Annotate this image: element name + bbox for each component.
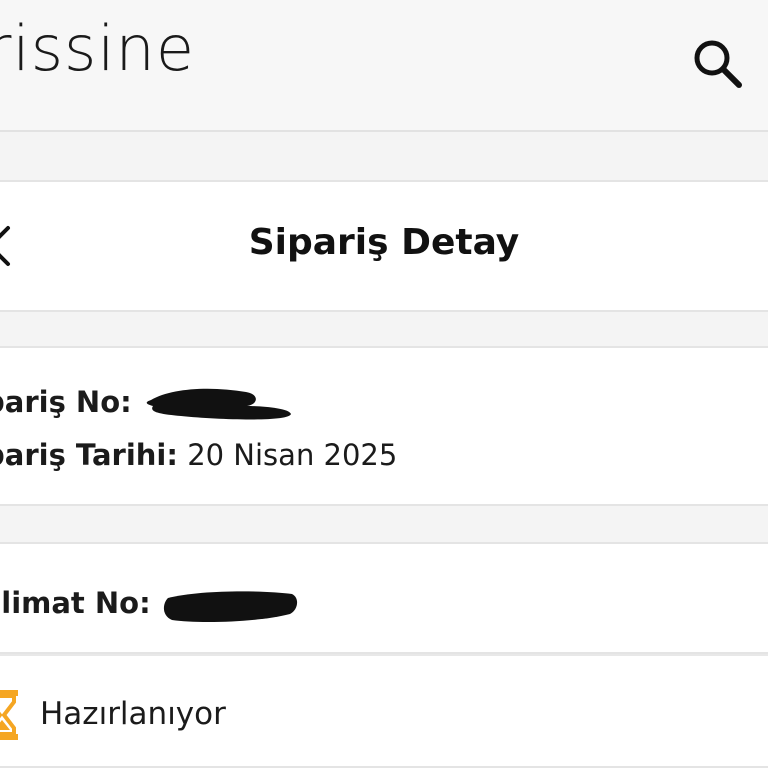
spacer	[0, 312, 768, 346]
order-date-label: pariş Tarihi:	[0, 438, 178, 472]
delivery-info-card: slimat No:	[0, 542, 768, 654]
page: rissine Sipariş Detay pariş No:	[0, 0, 768, 768]
spacer	[0, 132, 768, 180]
order-info-card: pariş No: pariş Tarihi: 20 Nisan 2025	[0, 346, 768, 506]
page-title: Sipariş Detay	[248, 222, 520, 263]
search-button[interactable]	[688, 34, 748, 94]
redaction-mark	[163, 591, 297, 622]
delivery-number-row: slimat No:	[0, 584, 300, 626]
order-status-card: Hazırlanıyor	[0, 654, 768, 768]
app-header: rissine	[0, 0, 768, 132]
title-bar: Sipariş Detay	[0, 180, 768, 312]
order-date-value: 20 Nisan 2025	[187, 438, 398, 472]
hourglass-icon	[0, 690, 18, 740]
brand-logo[interactable]: rissine	[0, 18, 195, 80]
delivery-number-label: slimat No:	[0, 586, 151, 620]
status-label: Hazırlanıyor	[40, 696, 226, 732]
status-icon-wrapper	[0, 690, 18, 740]
order-number-label: pariş No:	[0, 385, 132, 419]
order-number-row: pariş No:	[0, 384, 291, 424]
redaction-mark	[146, 388, 291, 420]
order-number-redacted	[141, 384, 291, 424]
order-date-row: pariş Tarihi: 20 Nisan 2025	[0, 438, 397, 472]
delivery-number-redacted	[160, 584, 300, 626]
search-icon	[694, 40, 742, 88]
spacer	[0, 506, 768, 542]
